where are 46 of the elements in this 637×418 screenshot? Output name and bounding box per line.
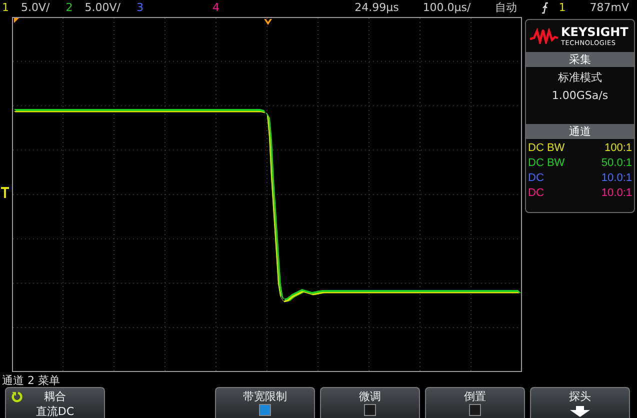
softkey[interactable]: 微调 [320, 387, 420, 418]
trigger-mode: 自动 [494, 0, 517, 16]
channel-scale: 5.00V/ [84, 1, 120, 14]
channel-number[interactable]: 4 [212, 1, 220, 14]
channel-coupling: DC BW [528, 142, 565, 154]
probe-ratio: 10.0:1 [601, 172, 632, 184]
cycle-icon [11, 391, 23, 403]
channel-number[interactable]: 3 [136, 1, 144, 14]
section-header: 采集 [526, 52, 634, 67]
logo-brand: KEYSIGHT [561, 26, 628, 38]
timebase-value: 100.0µs/ [422, 1, 471, 14]
softkey[interactable]: 探头 [530, 387, 630, 418]
checkbox[interactable] [259, 404, 271, 416]
softkey-label: 倒置 [464, 389, 486, 404]
trigger-position-marker [264, 18, 272, 25]
channel-number[interactable]: 2 [66, 1, 73, 14]
checkbox[interactable] [469, 404, 481, 416]
probe-ratio: 100:1 [604, 142, 632, 154]
acquisition-mode: 标准模式 [558, 70, 602, 85]
delay-value: 24.99µs [354, 1, 399, 14]
down-arrow-icon [569, 406, 591, 417]
channel-coupling: DC BW [528, 156, 565, 169]
menu-title: 通道 2 菜单 [2, 372, 60, 388]
trigger-level: 787mV [590, 1, 629, 14]
softkey-value: 直流DC [36, 404, 74, 418]
checkbox[interactable] [364, 404, 376, 416]
softkey[interactable]: 倒置 [425, 387, 525, 418]
trigger-edge-icon [540, 2, 549, 14]
probe-ratio: 10.0:1 [601, 186, 632, 199]
softkey-label: 耦合 [44, 389, 66, 404]
trigger-source: 1 [558, 1, 566, 14]
softkey-label: 微调 [359, 389, 381, 404]
softkey[interactable]: 带宽限制 [215, 387, 315, 418]
channel-coupling: DC [528, 186, 544, 199]
softkey-label: 带宽限制 [243, 389, 287, 404]
softkey[interactable]: 耦合 直流DC [5, 387, 105, 418]
probe-ratio: 50.0:1 [601, 156, 632, 169]
softkey-label: 探头 [569, 389, 591, 404]
channel-number[interactable]: 1 [2, 1, 9, 14]
channel-coupling: DC [528, 172, 544, 184]
sample-rate: 1.00GSa/s [552, 88, 608, 102]
channel-scale: 5.0V/ [21, 1, 50, 14]
section-header: 通道 [526, 124, 634, 139]
logo-wave-icon [529, 28, 559, 44]
delay-marker [14, 18, 19, 23]
trigger-level-marker [0, 186, 10, 199]
